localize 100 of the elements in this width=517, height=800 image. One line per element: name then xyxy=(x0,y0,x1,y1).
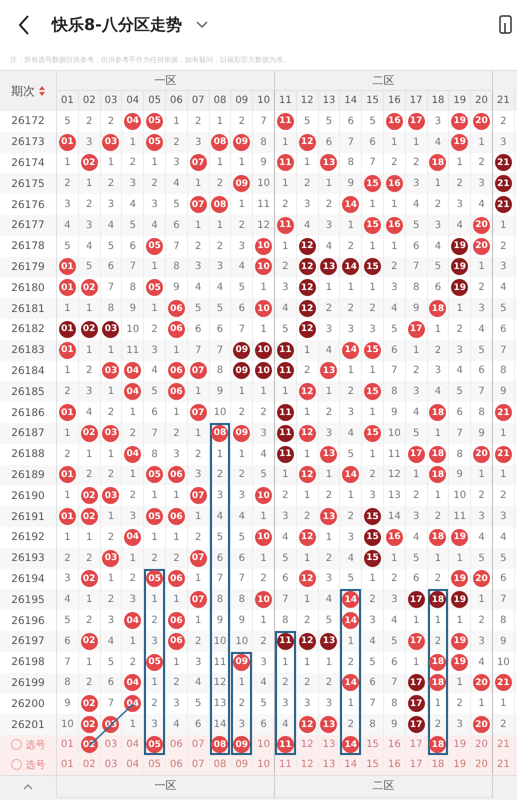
ball: 21 xyxy=(494,196,512,214)
number-option[interactable]: 10 xyxy=(257,739,270,750)
number-option[interactable]: 07 xyxy=(192,739,205,750)
miss-count: 1 xyxy=(108,448,114,460)
number-option[interactable]: 07 xyxy=(192,759,205,770)
miss-count: 10 xyxy=(257,178,270,190)
ball: 18 xyxy=(429,466,446,484)
number-option[interactable]: 13 xyxy=(322,759,336,770)
number-option[interactable]: 17 xyxy=(410,739,423,750)
miss-count: 1 xyxy=(173,116,180,127)
number-option[interactable]: 15 xyxy=(366,759,379,770)
picked-ball[interactable]: 11 xyxy=(276,736,294,754)
miss-count: 10 xyxy=(496,656,510,668)
miss-count: 4 xyxy=(478,199,485,210)
ball: 19 xyxy=(451,632,468,650)
miss-count: 5 xyxy=(412,552,420,564)
miss-count: 2 xyxy=(304,178,310,190)
picked-ball[interactable]: 09 xyxy=(233,736,250,754)
back-icon[interactable] xyxy=(18,15,30,35)
ball: 07 xyxy=(190,550,207,567)
number-option[interactable]: 20 xyxy=(475,759,488,770)
miss-count: 3 xyxy=(326,698,332,710)
number-option[interactable]: 04 xyxy=(126,739,140,750)
picked-ball[interactable]: 05 xyxy=(146,736,164,754)
miss-count: 2 xyxy=(412,490,420,502)
number-option[interactable]: 12 xyxy=(300,759,314,770)
number-option[interactable]: 09 xyxy=(235,759,248,770)
number-option[interactable]: 03 xyxy=(104,759,118,770)
miss-count: 2 xyxy=(348,719,354,730)
miss-count: 2 xyxy=(216,469,224,480)
ball: 20 xyxy=(473,216,490,234)
miss-count: 5 xyxy=(238,282,245,294)
number-option[interactable]: 01 xyxy=(61,759,74,770)
number-option[interactable]: 06 xyxy=(170,759,183,770)
picked-ball[interactable]: 18 xyxy=(429,736,446,754)
miss-count: 3 xyxy=(108,199,114,210)
number-option[interactable]: 10 xyxy=(257,759,270,770)
miss-count: 1 xyxy=(194,428,202,439)
number-option[interactable]: 20 xyxy=(475,739,488,750)
miss-count: 4 xyxy=(173,178,180,190)
number-option[interactable]: 21 xyxy=(496,759,510,770)
miss-count: 1 xyxy=(391,240,398,252)
ball: 17 xyxy=(408,446,425,463)
number-option[interactable]: 11 xyxy=(279,759,292,770)
number-option[interactable]: 03 xyxy=(104,739,118,750)
number-option[interactable]: 02 xyxy=(82,759,96,770)
number-option[interactable]: 14 xyxy=(344,759,358,770)
miss-count: 8 xyxy=(108,303,114,314)
ball: 02 xyxy=(80,279,98,296)
miss-count: 6 xyxy=(412,573,420,584)
picked-ball[interactable]: 14 xyxy=(342,736,360,754)
miss-count: 3 xyxy=(500,136,507,148)
number-option[interactable]: 15 xyxy=(366,739,379,750)
ball: 12 xyxy=(298,383,316,400)
miss-count: 7 xyxy=(130,261,136,272)
ball: 01 xyxy=(58,320,76,338)
radio-button[interactable] xyxy=(10,759,22,770)
picked-ball[interactable]: 02 xyxy=(80,736,98,754)
picked-ball[interactable]: 08 xyxy=(211,736,228,754)
number-option[interactable]: 04 xyxy=(126,759,140,770)
ball: 04 xyxy=(124,446,142,463)
ball: 11 xyxy=(276,446,294,463)
number-option[interactable]: 17 xyxy=(410,759,423,770)
number-option[interactable]: 16 xyxy=(388,759,401,770)
caret-up-icon[interactable] xyxy=(23,784,33,790)
miss-count: 6 xyxy=(391,656,398,668)
number-option[interactable]: 05 xyxy=(148,759,161,770)
ball: 04 xyxy=(124,528,142,546)
miss-count: 2 xyxy=(130,157,136,168)
period-header[interactable]: 期次 xyxy=(0,71,57,111)
number-option[interactable]: 13 xyxy=(322,739,336,750)
number-option[interactable]: 19 xyxy=(453,739,466,750)
number-option[interactable]: 01 xyxy=(61,739,74,750)
miss-count: 7 xyxy=(500,344,507,356)
number-option[interactable]: 12 xyxy=(300,739,314,750)
number-option[interactable]: 06 xyxy=(170,739,183,750)
miss-count: 1 xyxy=(434,698,442,710)
column-header: 17 xyxy=(406,91,428,111)
miss-count: 12 xyxy=(257,220,270,231)
miss-count: 9 xyxy=(500,636,507,647)
sort-icon[interactable] xyxy=(39,86,45,96)
miss-count: 1 xyxy=(216,157,224,168)
ball: 04 xyxy=(124,612,142,630)
layout-icon[interactable] xyxy=(499,15,513,35)
number-option[interactable]: 16 xyxy=(388,739,401,750)
chevron-down-icon[interactable] xyxy=(196,21,208,29)
miss-count: 1 xyxy=(282,178,289,190)
number-option[interactable]: 21 xyxy=(496,739,510,750)
ball: 04 xyxy=(124,362,142,380)
miss-count: 7 xyxy=(238,573,245,584)
miss-count: 1 xyxy=(478,594,485,606)
number-option[interactable]: 08 xyxy=(214,759,226,770)
miss-count: 8 xyxy=(391,698,398,710)
radio-button[interactable] xyxy=(10,739,22,750)
miss-count: 1 xyxy=(173,407,180,418)
ball: 19 xyxy=(451,258,468,276)
miss-count: 3 xyxy=(348,324,354,335)
number-option[interactable]: 19 xyxy=(453,759,466,770)
miss-count: 1 xyxy=(369,448,376,460)
number-option[interactable]: 18 xyxy=(432,759,444,770)
